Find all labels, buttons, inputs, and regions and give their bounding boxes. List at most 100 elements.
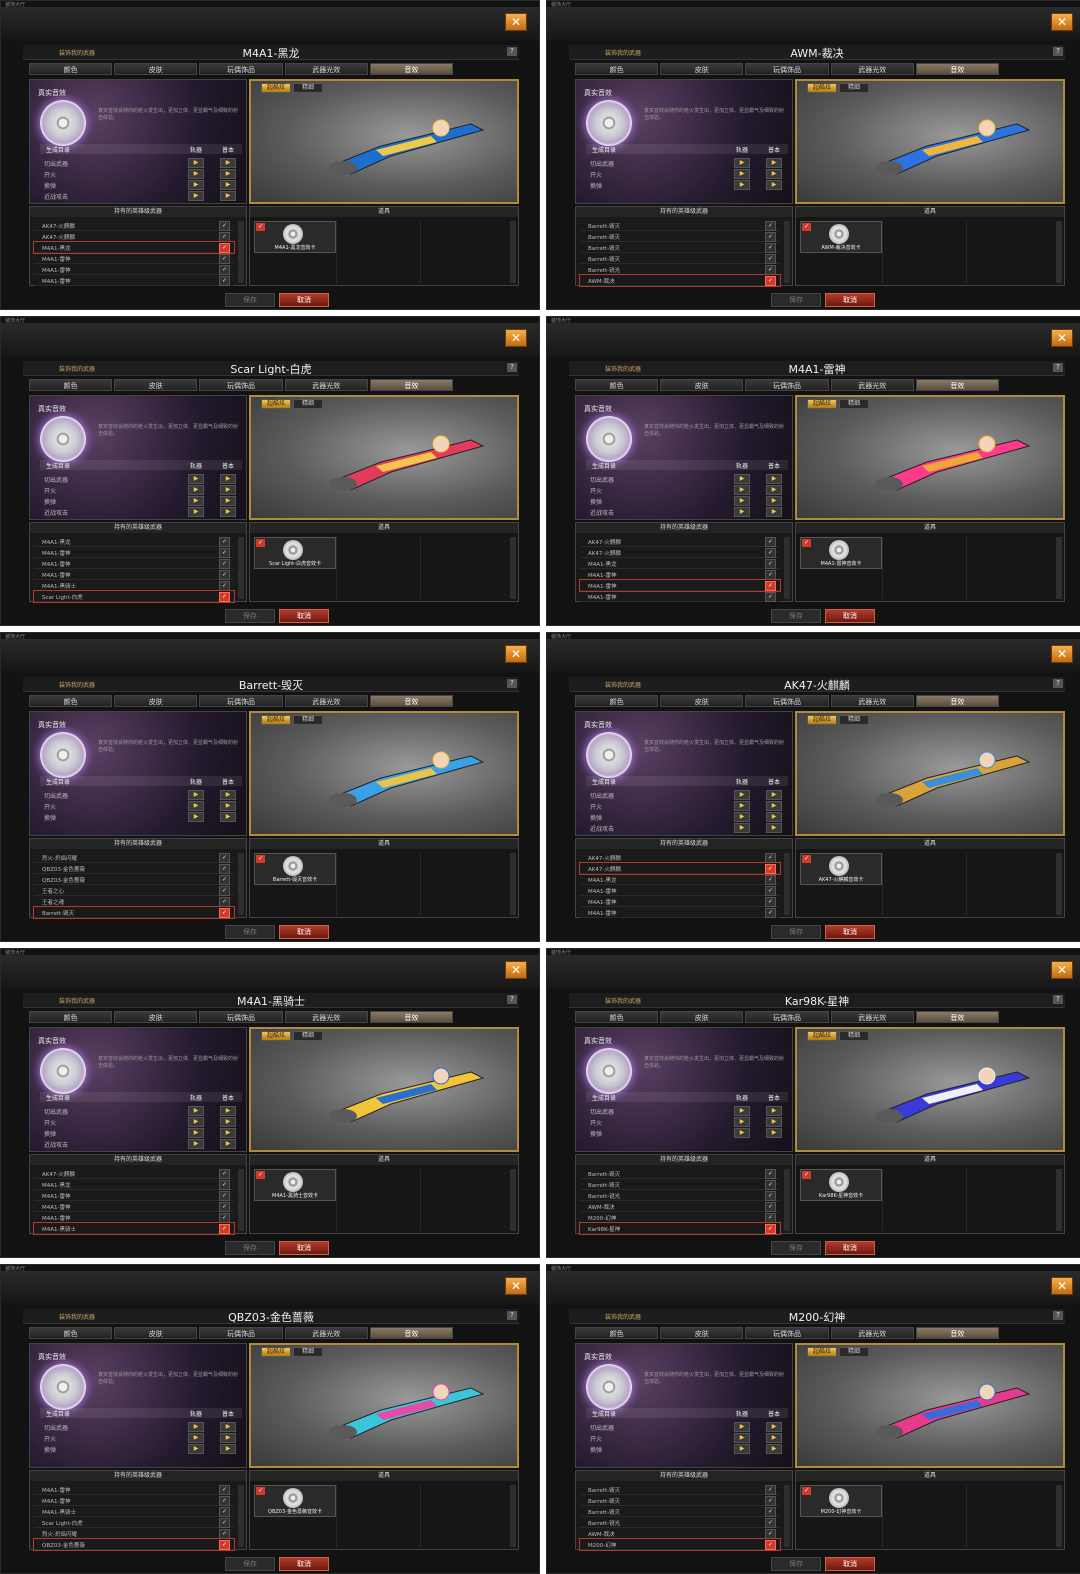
weapon-list-item[interactable]: M4A1-黑龙 ✓ [34, 1179, 234, 1190]
help-button[interactable]: ? [1053, 995, 1063, 1004]
weapon-list-item[interactable]: M4A1-雷神 ✓ [34, 1495, 234, 1506]
tab-2[interactable]: 皮肤 [660, 695, 744, 707]
items-scrollbar[interactable] [510, 1169, 516, 1231]
sound-card-item[interactable]: ✓ M4A1-黑龙音效卡 [254, 221, 336, 253]
preview-tab-detail[interactable]: 精细 [839, 715, 869, 725]
tab-5[interactable]: 音效 [915, 1327, 1000, 1339]
close-button[interactable]: ✕ [505, 329, 527, 347]
tab-2[interactable]: 皮肤 [660, 1011, 744, 1023]
cancel-button[interactable]: 取消 [279, 1241, 329, 1255]
tab-1[interactable]: 颜色 [29, 63, 113, 75]
play-button[interactable]: ▶ [766, 1422, 782, 1432]
play-button[interactable]: ▶ [766, 1106, 782, 1116]
help-button[interactable]: ? [507, 679, 517, 688]
checkbox[interactable]: ✓ [219, 1169, 230, 1179]
weapon-list-item[interactable]: Barrett-毁灭 ✓ [580, 1168, 780, 1179]
sound-card-item[interactable]: ✓ M200-幻神音效卡 [800, 1485, 882, 1517]
save-button[interactable]: 保存 [225, 925, 275, 939]
tab-1[interactable]: 颜色 [575, 1327, 659, 1339]
checkbox[interactable]: ✓ [765, 254, 776, 264]
weapon-list-item[interactable]: Barrett-毁灭 ✓ [580, 1484, 780, 1495]
weapon-list-item[interactable]: Scar Light-白虎 ✓ [33, 590, 235, 603]
play-button[interactable]: ▶ [766, 1444, 782, 1454]
cancel-button[interactable]: 取消 [279, 293, 329, 307]
sound-card-item[interactable]: ✓ AK47-火麒麟音效卡 [800, 853, 882, 885]
tab-5[interactable]: 音效 [369, 1011, 454, 1023]
play-button[interactable]: ▶ [188, 1139, 204, 1149]
play-button[interactable]: ▶ [734, 1106, 750, 1116]
checkbox[interactable]: ✓ [765, 875, 776, 885]
tab-1[interactable]: 颜色 [575, 379, 659, 391]
tab-1[interactable]: 颜色 [29, 1327, 113, 1339]
checkbox[interactable]: ✓ [765, 853, 776, 863]
checkbox[interactable]: ✓ [219, 1540, 230, 1550]
play-button[interactable]: ▶ [188, 180, 204, 190]
tab-2[interactable]: 皮肤 [660, 379, 744, 391]
checkbox[interactable]: ✓ [765, 570, 776, 580]
checkbox[interactable]: ✓ [219, 537, 230, 547]
checkbox[interactable]: ✓ [765, 232, 776, 242]
weapon-list-item[interactable]: AK47-火麒麟 ✓ [34, 231, 234, 242]
weapon-list-item[interactable]: M4A1-雷神 ✓ [580, 896, 780, 907]
tab-3[interactable]: 玩偶饰品 [745, 1327, 829, 1339]
play-button[interactable]: ▶ [734, 1128, 750, 1138]
play-button[interactable]: ▶ [188, 496, 204, 506]
play-button[interactable]: ▶ [188, 812, 204, 822]
weapon-list-item[interactable]: Barrett-毁灭 ✓ [580, 1506, 780, 1517]
checkbox[interactable]: ✓ [219, 1180, 230, 1190]
checkbox[interactable]: ✓ [219, 232, 230, 242]
list-scrollbar[interactable] [784, 537, 790, 599]
cancel-button[interactable]: 取消 [825, 609, 875, 623]
weapon-list-item[interactable]: AWM-裁决 ✓ [580, 1528, 780, 1539]
play-button[interactable]: ▶ [734, 507, 750, 517]
play-button[interactable]: ▶ [766, 1117, 782, 1127]
checkbox[interactable]: ✓ [219, 1507, 230, 1517]
preview-tab-detail[interactable]: 精细 [839, 399, 869, 409]
play-button[interactable]: ▶ [220, 801, 236, 811]
tab-4[interactable]: 武器光效 [284, 63, 368, 75]
checkbox[interactable]: ✓ [765, 864, 776, 874]
checkbox[interactable]: ✓ [219, 1213, 230, 1223]
play-button[interactable]: ▶ [188, 1117, 204, 1127]
play-button[interactable]: ▶ [766, 790, 782, 800]
items-scrollbar[interactable] [510, 1485, 516, 1547]
checkbox[interactable]: ✓ [765, 243, 776, 253]
weapon-list-item[interactable]: Barrett-毁灭 ✓ [33, 906, 235, 919]
checkbox[interactable]: ✓ [219, 254, 230, 264]
tab-5[interactable]: 音效 [369, 695, 454, 707]
play-button[interactable]: ▶ [188, 1106, 204, 1116]
close-button[interactable]: ✕ [1051, 13, 1073, 31]
weapon-list-item[interactable]: M4A1-黑龙 ✓ [33, 241, 235, 254]
play-button[interactable]: ▶ [220, 790, 236, 800]
checkbox[interactable]: ✓ [765, 1180, 776, 1190]
checkbox[interactable]: ✓ [765, 581, 776, 591]
weapon-list-item[interactable]: M4A1-雷神 ✓ [34, 253, 234, 264]
weapon-list-item[interactable]: M4A1-黑骑士 ✓ [34, 580, 234, 591]
play-button[interactable]: ▶ [188, 485, 204, 495]
close-button[interactable]: ✕ [505, 1277, 527, 1295]
weapon-list-item[interactable]: M4A1-雷神 ✓ [34, 264, 234, 275]
checkbox[interactable]: ✓ [765, 1224, 776, 1234]
checkbox[interactable]: ✓ [219, 1224, 230, 1234]
checkbox[interactable]: ✓ [765, 1213, 776, 1223]
play-button[interactable]: ▶ [766, 812, 782, 822]
weapon-list-item[interactable]: Scar Light-白虎 ✓ [34, 1517, 234, 1528]
tab-2[interactable]: 皮肤 [114, 1327, 198, 1339]
sound-card-item[interactable]: ✓ Scar Light-白虎音效卡 [254, 537, 336, 569]
play-button[interactable]: ▶ [188, 1433, 204, 1443]
checkbox[interactable]: ✓ [765, 1169, 776, 1179]
tab-3[interactable]: 玩偶饰品 [199, 1011, 283, 1023]
checkbox[interactable]: ✓ [219, 1202, 230, 1212]
weapon-list-item[interactable]: Barrett-毁灭 ✓ [580, 220, 780, 231]
close-button[interactable]: ✕ [505, 961, 527, 979]
tab-2[interactable]: 皮肤 [114, 1011, 198, 1023]
preview-tab-detail[interactable]: 精细 [293, 399, 323, 409]
close-button[interactable]: ✕ [1051, 961, 1073, 979]
help-button[interactable]: ? [507, 1311, 517, 1320]
weapon-list-item[interactable]: QBZ03-金色蔷薇 ✓ [33, 1538, 235, 1551]
tab-3[interactable]: 玩偶饰品 [199, 695, 283, 707]
checkbox[interactable]: ✓ [219, 1496, 230, 1506]
preview-tab-fancy[interactable]: 超酷炫 [807, 715, 837, 725]
sound-card-item[interactable]: ✓ Kar98K-星神音效卡 [800, 1169, 882, 1201]
weapon-list-item[interactable]: AK47-火麒麟 ✓ [34, 1168, 234, 1179]
